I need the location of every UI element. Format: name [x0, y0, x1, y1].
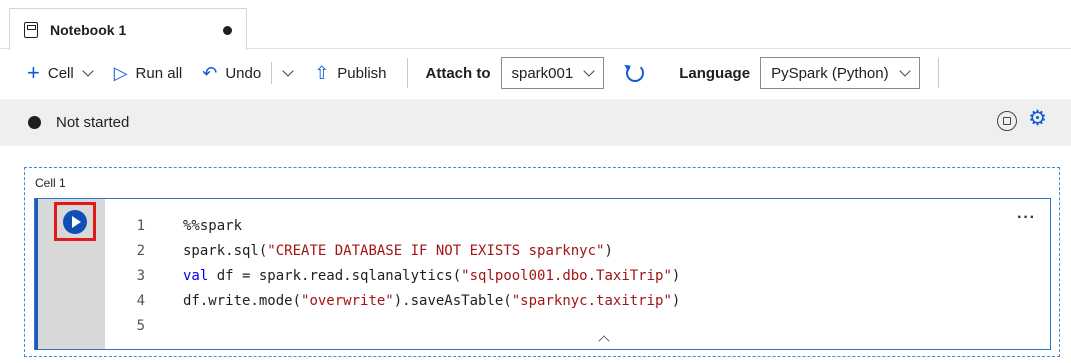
string-token: "sparknyc.taxitrip" [511, 292, 672, 309]
tab-strip: Notebook 1 [0, 0, 1071, 50]
code-token: spark.sql( [183, 242, 268, 259]
cell-editor[interactable]: 1 %%spark 2 spark.sql("CREATE DATABASE IF N… [34, 198, 1051, 350]
add-cell-button[interactable]: + Cell [27, 57, 94, 89]
language-label: Language [679, 64, 751, 82]
publish-button[interactable]: ⇧ Publish [314, 57, 386, 89]
undo-label: Undo [225, 64, 262, 82]
chevron-down-icon[interactable] [82, 64, 94, 77]
add-cell-label: Cell [47, 64, 74, 82]
chevron-down-icon [583, 64, 595, 77]
chevron-down-icon [282, 64, 294, 77]
code-token: %%spark [183, 217, 243, 234]
tab-notebook-1[interactable]: Notebook 1 [9, 8, 247, 50]
publish-icon: ⇧ [314, 63, 330, 83]
undo-dropdown-button[interactable] [282, 57, 294, 89]
undo-button[interactable]: ↶ Undo [202, 57, 261, 89]
stop-session-icon[interactable] [997, 111, 1017, 131]
publish-label: Publish [337, 64, 387, 82]
code-token: df.write.mode( [183, 292, 302, 309]
cell-gutter [38, 199, 105, 349]
attach-to-label: Attach to [425, 64, 491, 82]
line-number: 3 [136, 267, 145, 284]
run-cell-highlight [54, 202, 96, 241]
line-number: 5 [136, 317, 145, 334]
undo-icon: ↶ [202, 63, 218, 83]
keyword-token: val [183, 267, 209, 284]
code-text: %%spark [183, 218, 242, 234]
run-cell-icon[interactable] [63, 209, 87, 234]
code-text: spark.sql("CREATE DATABASE IF NOT EXISTS… [183, 243, 613, 259]
string-token: "CREATE DATABASE IF NOT EXISTS sparknyc" [267, 242, 605, 259]
code-token: ) [671, 292, 681, 309]
run-all-label: Run all [135, 64, 183, 82]
code-text: val df = spark.read.sqlanalytics("sqlpoo… [183, 268, 680, 284]
language-select[interactable]: PySpark (Python) [760, 57, 920, 89]
code-token: ) [671, 267, 681, 284]
tab-title: Notebook 1 [50, 21, 127, 38]
run-all-button[interactable]: ▷ Run all [114, 57, 183, 89]
gear-icon[interactable]: ⚙ [1028, 108, 1047, 129]
line-number: 1 [136, 217, 145, 234]
code-line[interactable]: 1 %%spark [105, 213, 680, 238]
notebook-toolbar: + Cell ▷ Run all ↶ Undo ⇧ Publish Attach… [0, 50, 1071, 96]
code-lines[interactable]: 1 %%spark 2 spark.sql("CREATE DATABASE IF N… [105, 213, 681, 338]
cell-label: Cell 1 [35, 176, 66, 190]
code-token: ).saveAsTable( [393, 292, 512, 309]
code-cell[interactable]: Cell 1 1 %%spark 2 spark.sql("CREATE DATABA… [24, 167, 1060, 357]
code-token: df = spark.read.sqlanalytics( [208, 267, 462, 284]
code-line[interactable]: 5 [105, 313, 680, 338]
status-dot-icon [28, 116, 41, 129]
code-line[interactable]: 2 spark.sql("CREATE DATABASE IF NOT EXIST… [105, 238, 680, 263]
session-status-text: Not started [56, 114, 130, 131]
chevron-down-icon [898, 64, 911, 77]
string-token: "sqlpool001.dbo.TaxiTrip" [461, 267, 672, 284]
toolbar-divider [937, 58, 939, 88]
toolbar-divider [406, 58, 408, 88]
notebook-icon [24, 21, 38, 38]
unsaved-dot-icon [223, 26, 232, 35]
play-icon: ▷ [113, 63, 128, 83]
toolbar-divider [271, 62, 273, 84]
attach-to-select[interactable]: spark001 [500, 57, 605, 89]
code-token: ) [604, 242, 613, 259]
code-line[interactable]: 4 df.write.mode("overwrite").saveAsTable(… [105, 288, 681, 313]
session-status-bar: Not started ⚙ [0, 99, 1071, 146]
code-line[interactable]: 3 val df = spark.read.sqlanalytics("sqlpo… [105, 263, 681, 288]
string-token: "overwrite" [301, 292, 394, 309]
code-text: df.write.mode("overwrite").saveAsTable("… [183, 293, 680, 309]
more-icon[interactable]: ··· [1017, 209, 1036, 227]
language-value: PySpark (Python) [771, 64, 889, 82]
line-number: 4 [136, 292, 145, 309]
plus-icon: + [27, 60, 40, 85]
refresh-icon[interactable] [626, 64, 645, 82]
attach-to-value: spark001 [511, 64, 574, 82]
line-number: 2 [136, 242, 145, 259]
